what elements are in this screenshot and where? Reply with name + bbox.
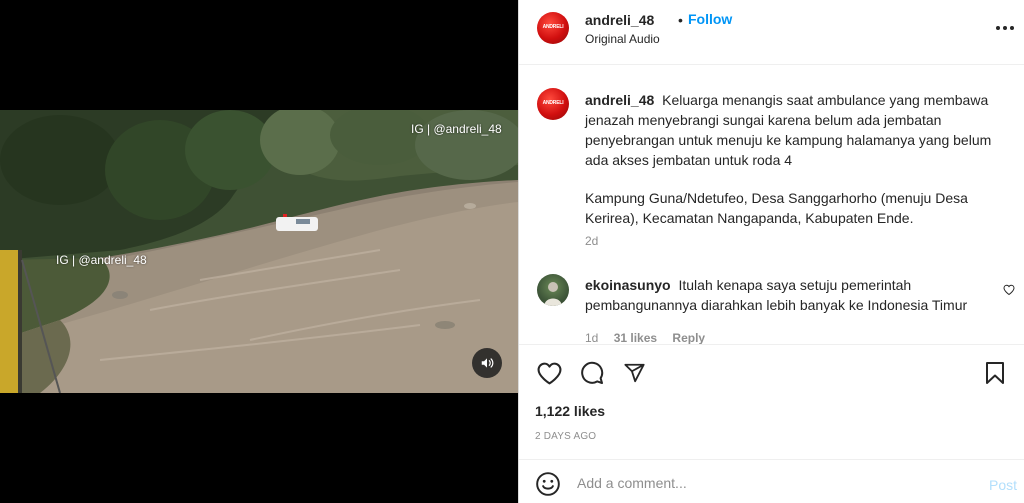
comment-username[interactable]: ekoinasunyo — [585, 277, 671, 293]
comment-button[interactable] — [578, 359, 606, 387]
post-viewer: IG | @andreli_48 IG | @andreli_48 ANDREL… — [0, 0, 1024, 503]
video-player[interactable]: IG | @andreli_48 IG | @andreli_48 — [0, 110, 518, 393]
share-icon — [623, 363, 645, 383]
heart-icon — [537, 362, 561, 384]
caption-location-text: Kampung Guna/Ndetufeo, Desa Sanggarhorho… — [585, 190, 968, 226]
post-header: ANDRELI andreli_48 • Follow Original Aud… — [519, 0, 1024, 65]
emoji-button[interactable] — [535, 471, 561, 497]
follow-button[interactable]: Follow — [688, 11, 732, 27]
post-actions: 1,122 likes 2 DAYS AGO — [519, 344, 1024, 459]
media-panel: IG | @andreli_48 IG | @andreli_48 — [0, 0, 518, 503]
reply-button[interactable]: Reply — [672, 331, 705, 344]
comment-icon — [581, 361, 604, 384]
comment-body: ekoinasunyo Itulah kenapa saya setuju pe… — [585, 275, 981, 315]
avatar-logo-text: ANDRELI — [542, 24, 564, 30]
more-options-button[interactable] — [993, 16, 1017, 40]
caption-username[interactable]: andreli_48 — [585, 92, 654, 108]
caption-timestamp[interactable]: 2d — [585, 234, 598, 248]
comment-input[interactable] — [577, 470, 967, 496]
commenter-photo — [544, 282, 562, 306]
commenter-avatar[interactable] — [537, 274, 569, 306]
caption: andreli_48 Keluarga menangis saat ambula… — [585, 90, 1011, 228]
mute-icon — [481, 358, 494, 368]
more-options-icon — [996, 26, 1014, 30]
caption-author-avatar[interactable]: ANDRELI — [537, 88, 569, 120]
comment-likes[interactable]: 31 likes — [614, 331, 657, 344]
comment-time[interactable]: 1d — [585, 331, 598, 344]
comment-like-button[interactable] — [1003, 283, 1015, 301]
video-frame — [0, 110, 518, 393]
save-button[interactable] — [981, 359, 1009, 387]
post-details-panel: ANDRELI andreli_48 • Follow Original Aud… — [518, 0, 1024, 503]
emoji-icon — [536, 472, 560, 496]
bookmark-icon — [986, 362, 1004, 384]
comment-meta: 1d 31 likes Reply — [585, 331, 717, 344]
post-date[interactable]: 2 DAYS AGO — [535, 431, 596, 442]
like-button[interactable] — [535, 359, 563, 387]
video-watermark: IG | @andreli_48 — [56, 253, 147, 267]
heart-icon — [1003, 284, 1015, 296]
author-username[interactable]: andreli_48 — [585, 12, 654, 28]
avatar-logo-text: ANDRELI — [542, 100, 564, 106]
video-watermark: IG | @andreli_48 — [411, 122, 502, 136]
mute-button[interactable] — [472, 348, 502, 378]
post-comment-button[interactable]: Post — [989, 477, 1017, 493]
author-avatar[interactable]: ANDRELI — [537, 12, 569, 44]
comment-composer: Post — [519, 459, 1024, 503]
likes-count[interactable]: 1,122 likes — [535, 403, 605, 419]
share-button[interactable] — [620, 359, 648, 387]
audio-label[interactable]: Original Audio — [585, 32, 660, 46]
comments-section[interactable]: ANDRELI andreli_48 Keluarga menangis saa… — [519, 66, 1024, 344]
separator-dot: • — [678, 12, 683, 28]
